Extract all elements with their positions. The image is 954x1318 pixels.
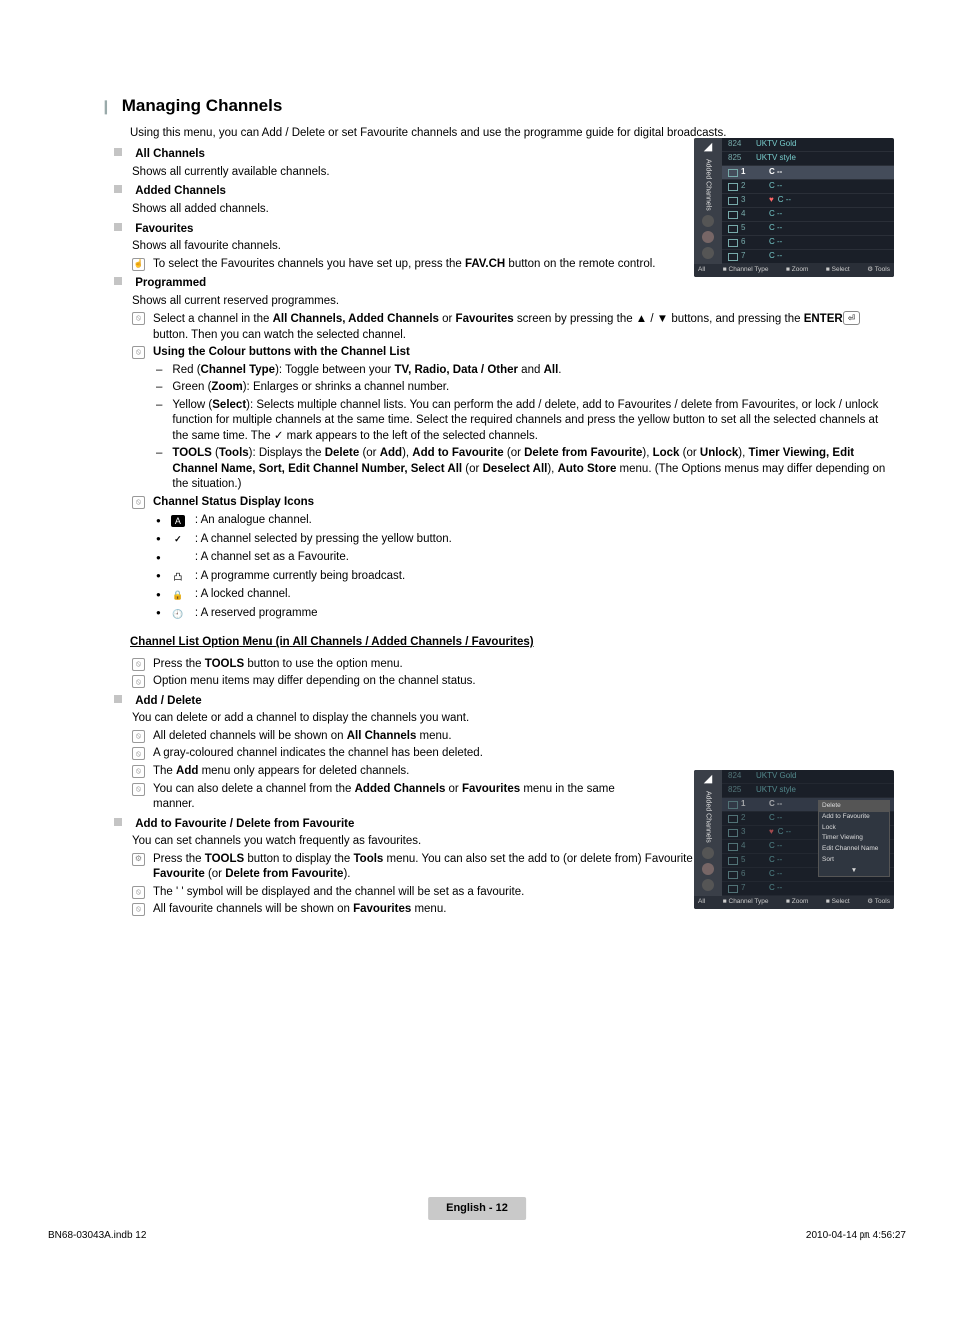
add-delete-item: Add / Delete (114, 694, 894, 710)
list-item: 4C -- (722, 208, 894, 222)
green-row: – Green (Zoom): Enlarges or shrinks a ch… (156, 380, 894, 396)
select-channel-note: ⦸ Select a channel in the All Channels, … (132, 311, 894, 343)
option-note2: ⦸ Option menu items may differ depending… (132, 674, 894, 690)
doc-code: BN68-03043A.indb 12 (48, 1229, 146, 1243)
analogue-icon: A (171, 515, 185, 527)
tv-icon (728, 211, 738, 219)
heart-side-icon (702, 231, 714, 243)
colour-buttons-heading: Using the Colour buttons with the Channe… (153, 345, 894, 361)
list-item: 825UKTV style (722, 152, 894, 166)
channel-list-screenshot-1: ◢ Added Channels 824UKTV Gold 825UKTV st… (694, 138, 894, 277)
info-note-icon: ⦸ (132, 346, 145, 359)
timestamp: 2010-04-14 ㏘ 4:56:27 (806, 1229, 906, 1243)
info-note-icon: ⦸ (132, 730, 145, 743)
yellow-row: – Yellow (Select): Selects multiple chan… (156, 398, 894, 445)
section-title-row: ❙ Managing Channels (100, 95, 894, 118)
info-note-icon: ⦸ (132, 765, 145, 778)
tv-icon (728, 169, 738, 177)
page-number-badge: English - 12 (428, 1197, 526, 1220)
programmed-item: Programmed (114, 276, 894, 292)
screenshot-footer: All ■ Channel Type ■ Zoom ■ Select ⚙ Too… (694, 264, 894, 277)
list-item: 2C -- (722, 180, 894, 194)
screenshot-footer: All ■ Channel Type ■ Zoom ■ Select ⚙ Too… (694, 896, 894, 909)
antenna-icon: ◢ (704, 772, 712, 787)
channel-list-screenshot-2: ◢ Added Channels 824UKTV Gold 825UKTV st… (694, 770, 894, 909)
add-fav-label: Add to Favourite / Delete from Favourite (135, 818, 354, 830)
status-heading-row: ⦸ Channel Status Display Icons (132, 495, 894, 511)
tv-icon (728, 829, 738, 837)
status-heading: Channel Status Display Icons (153, 495, 894, 511)
square-bullet-icon (114, 277, 122, 285)
tv-icon (728, 239, 738, 247)
red-row: – Red (Channel Type): Toggle between you… (156, 363, 894, 379)
globe-side-icon (702, 879, 714, 891)
list-item: 824UKTV Gold (722, 138, 894, 152)
lock-icon: 🔒 (171, 589, 185, 601)
tv-icon (728, 197, 738, 205)
square-bullet-icon (114, 695, 122, 703)
antenna-icon: ◢ (704, 140, 712, 155)
list-item: 7C -- (722, 882, 894, 896)
tools-row: – TOOLS (Tools): Displays the Delete (or… (156, 446, 894, 493)
globe-side-icon (702, 247, 714, 259)
list-item: 1C -- (722, 166, 894, 180)
add-delete-desc: You can delete or add a channel to displ… (132, 711, 894, 727)
info-note-icon: ⦸ (132, 886, 145, 899)
tv-icon (728, 815, 738, 823)
square-bullet-icon (114, 223, 122, 231)
square-bullet-icon (114, 818, 122, 826)
tools-note-icon: ⚙ (132, 853, 145, 866)
colour-buttons-list: – Red (Channel Type): Toggle between you… (156, 363, 894, 493)
info-note-icon: ⦸ (132, 903, 145, 916)
remote-note-icon: ☝ (132, 258, 145, 271)
tv-icon (728, 801, 738, 809)
list-item: 824UKTV Gold (722, 770, 894, 784)
square-bullet-icon (114, 148, 122, 156)
info-note-icon: ⦸ (132, 675, 145, 688)
tv-icon (728, 871, 738, 879)
list-item: 3♥C -- (722, 194, 894, 208)
info-note-icon: ⦸ (132, 496, 145, 509)
square-bullet-icon (114, 185, 122, 193)
tv-icon (728, 843, 738, 851)
satellite-icon (702, 215, 714, 227)
option-menu-heading: Channel List Option Menu (in All Channel… (130, 635, 894, 651)
title-bullet-icon: ❙ (100, 97, 112, 116)
list-item: 6C -- (722, 236, 894, 250)
info-note-icon: ⦸ (132, 783, 145, 796)
add-delete-label: Add / Delete (135, 695, 201, 707)
tv-icon (728, 885, 738, 893)
list-item: 7C -- (722, 250, 894, 264)
broadcast-icon: 凸 (171, 571, 185, 583)
clock-icon: 🕘 (171, 608, 185, 620)
heart-icon: ♥ (769, 195, 774, 206)
list-item: 825UKTV style (722, 784, 894, 798)
info-note-icon: ⦸ (132, 658, 145, 671)
info-note-icon: ⦸ (132, 312, 145, 325)
tv-icon (728, 225, 738, 233)
info-note-icon: ⦸ (132, 747, 145, 760)
satellite-icon (702, 847, 714, 859)
page-title: Managing Channels (122, 95, 283, 118)
heart-side-icon (702, 863, 714, 875)
page: ❙ Managing Channels Using this menu, you… (0, 0, 954, 1260)
heart-icon: ♥ (769, 827, 774, 838)
programmed-desc: Shows all current reserved programmes. (132, 294, 894, 310)
option-note1: ⦸ Press the TOOLS button to use the opti… (132, 657, 894, 673)
check-icon: ✓ (171, 534, 185, 546)
tools-popup: Delete Add to Favourite Lock Timer Viewi… (818, 800, 890, 877)
added-channels-label: Added Channels (135, 185, 226, 197)
all-channels-label: All Channels (135, 148, 205, 160)
list-item: 5C -- (722, 222, 894, 236)
tv-icon (728, 253, 738, 261)
programmed-label: Programmed (135, 277, 206, 289)
enter-key-icon: ⏎ (843, 311, 861, 325)
heart-icon (171, 552, 185, 564)
colour-buttons-heading-row: ⦸ Using the Colour buttons with the Chan… (132, 345, 894, 361)
tv-icon (728, 183, 738, 191)
tv-icon (728, 857, 738, 865)
favourites-label: Favourites (135, 223, 193, 235)
status-icons-list: ●A: An analogue channel. ●✓: A channel s… (156, 513, 894, 621)
